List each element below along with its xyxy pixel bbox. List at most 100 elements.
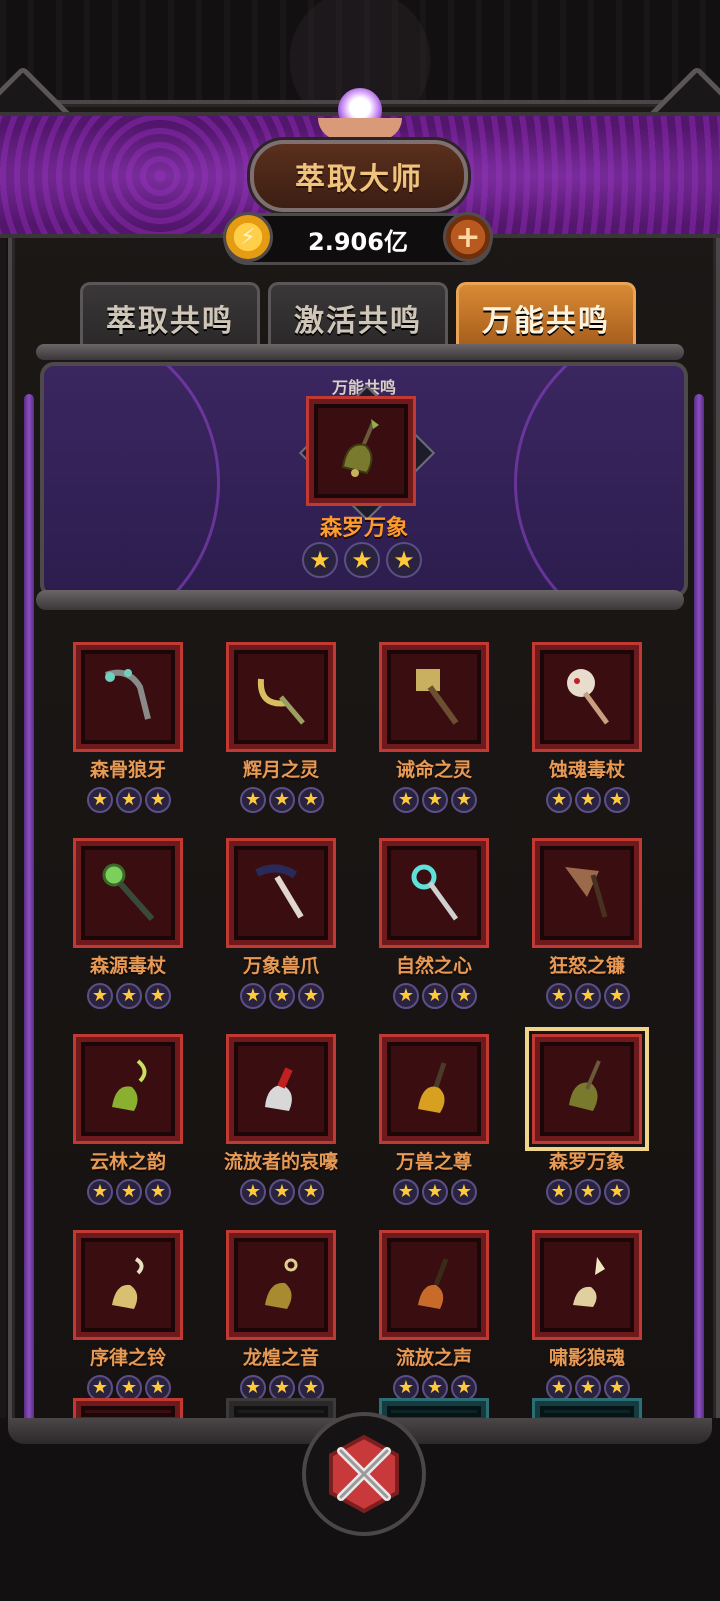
star-icon: ★ <box>298 983 324 1009</box>
star-rating: ★ ★ ★ <box>546 787 630 813</box>
star-icon: ★ <box>422 983 448 1009</box>
star-icon: ★ <box>422 787 448 813</box>
star-icon: ★ <box>240 983 266 1009</box>
star-rating: ★ ★ ★ <box>240 787 324 813</box>
item-name: 辉月之灵 <box>242 759 319 781</box>
item-slot[interactable] <box>532 838 642 948</box>
star-icon: ★ <box>116 983 142 1009</box>
star-icon: ★ <box>546 983 572 1009</box>
featured-item-name: 森罗万象 <box>319 516 408 541</box>
item-slot[interactable] <box>379 1034 489 1144</box>
star-icon: ★ <box>87 983 113 1009</box>
item-slot[interactable] <box>73 838 183 948</box>
gold-coin-icon: ⚡ <box>223 212 273 262</box>
item-slot[interactable] <box>226 642 336 752</box>
item-slot[interactable] <box>226 1034 336 1144</box>
item-slot[interactable] <box>532 1230 642 1340</box>
star-rating: ★ ★ ★ <box>546 1179 630 1205</box>
tab-activate-resonance[interactable]: 激活共鸣 <box>268 282 448 351</box>
star-icon: ★ <box>302 542 338 578</box>
star-icon: ★ <box>604 1179 630 1205</box>
weapon-icon <box>102 863 155 921</box>
weapon-icon <box>265 1258 298 1309</box>
star-icon: ★ <box>575 787 601 813</box>
bell-staff-icon <box>341 419 379 477</box>
add-currency-button[interactable]: + <box>443 212 493 262</box>
star-rating: ★ ★ ★ <box>240 983 324 1009</box>
item-slot[interactable] <box>73 1034 183 1144</box>
tab-label: 激活共鸣 <box>294 304 422 339</box>
star-icon: ★ <box>87 787 113 813</box>
weapon-icon <box>265 1067 293 1111</box>
weapon-icon <box>565 867 608 918</box>
tab-extract-resonance[interactable]: 萃取共鸣 <box>80 282 260 351</box>
weapon-icon <box>418 1258 449 1309</box>
star-icon: ★ <box>240 1179 266 1205</box>
weapon-icon <box>573 1257 605 1307</box>
star-icon: ★ <box>393 1179 419 1205</box>
page-title: 萃取大师 <box>295 162 423 197</box>
star-icon: ★ <box>145 1179 171 1205</box>
featured-star-rating: ★ ★ ★ <box>302 542 422 578</box>
star-icon: ★ <box>393 983 419 1009</box>
item-slot[interactable] <box>379 1230 489 1340</box>
item-name: 森源毒杖 <box>89 955 166 977</box>
item-name: 啸影狼魂 <box>548 1347 625 1369</box>
screen-root: 萃取大师 ⚡ 2.906亿 + 萃取共鸣 激活共鸣 万能共鸣 万能共鸣 <box>0 0 720 1601</box>
item-name: 流放之声 <box>395 1347 472 1369</box>
divider <box>36 590 684 610</box>
star-icon: ★ <box>87 1179 113 1205</box>
weapon-icon <box>112 1257 144 1309</box>
item-name: 诫命之灵 <box>395 759 472 781</box>
item-slot[interactable] <box>73 1230 183 1340</box>
weapon-icon <box>416 669 459 725</box>
item-name: 蚀魂毒杖 <box>548 759 625 781</box>
star-icon: ★ <box>451 1179 477 1205</box>
star-icon: ★ <box>298 1179 324 1205</box>
star-icon: ★ <box>386 542 422 578</box>
item-name: 万象兽爪 <box>242 955 319 977</box>
star-icon: ★ <box>116 1179 142 1205</box>
item-slot[interactable] <box>379 642 489 752</box>
star-icon: ★ <box>269 983 295 1009</box>
item-slot[interactable] <box>379 838 489 948</box>
item-slot[interactable] <box>226 1230 336 1340</box>
star-icon: ★ <box>344 542 380 578</box>
star-icon: ★ <box>422 1179 448 1205</box>
featured-item-slot[interactable] <box>306 396 416 506</box>
item-slot[interactable] <box>525 1027 649 1151</box>
star-icon: ★ <box>393 787 419 813</box>
star-rating: ★ ★ ★ <box>393 983 477 1009</box>
star-icon: ★ <box>116 787 142 813</box>
item-name: 龙煌之音 <box>242 1347 319 1369</box>
item-name: 森骨狼牙 <box>89 759 166 781</box>
item-slot[interactable] <box>532 642 642 752</box>
star-icon: ★ <box>575 983 601 1009</box>
featured-panel: 万能共鸣 森罗万象 ★ ★ ★ <box>40 362 688 598</box>
frame-stripe-left <box>24 394 34 1524</box>
item-slot[interactable] <box>73 642 183 752</box>
star-rating: ★ ★ ★ <box>546 983 630 1009</box>
star-icon: ★ <box>298 787 324 813</box>
weapon-icon <box>567 669 610 725</box>
star-icon: ★ <box>546 1179 572 1205</box>
item-name: 万兽之尊 <box>395 1151 472 1173</box>
item-name: 序律之铃 <box>89 1347 166 1369</box>
weapon-icon <box>418 1062 447 1113</box>
weapon-icon <box>104 669 151 720</box>
star-icon: ★ <box>145 983 171 1009</box>
star-rating: ★ ★ ★ <box>87 1179 171 1205</box>
close-button[interactable] <box>302 1412 426 1536</box>
plus-icon: + <box>455 219 481 255</box>
star-icon: ★ <box>451 983 477 1009</box>
star-icon: ★ <box>145 787 171 813</box>
tab-universal-resonance[interactable]: 万能共鸣 <box>456 282 636 351</box>
star-icon: ★ <box>451 787 477 813</box>
weapon-icon <box>257 678 305 725</box>
star-icon: ★ <box>604 787 630 813</box>
tab-label: 萃取共鸣 <box>106 304 234 339</box>
tab-label: 万能共鸣 <box>482 304 610 339</box>
star-icon: ★ <box>240 787 266 813</box>
item-slot[interactable] <box>226 838 336 948</box>
title-plate: 萃取大师 <box>250 140 468 212</box>
